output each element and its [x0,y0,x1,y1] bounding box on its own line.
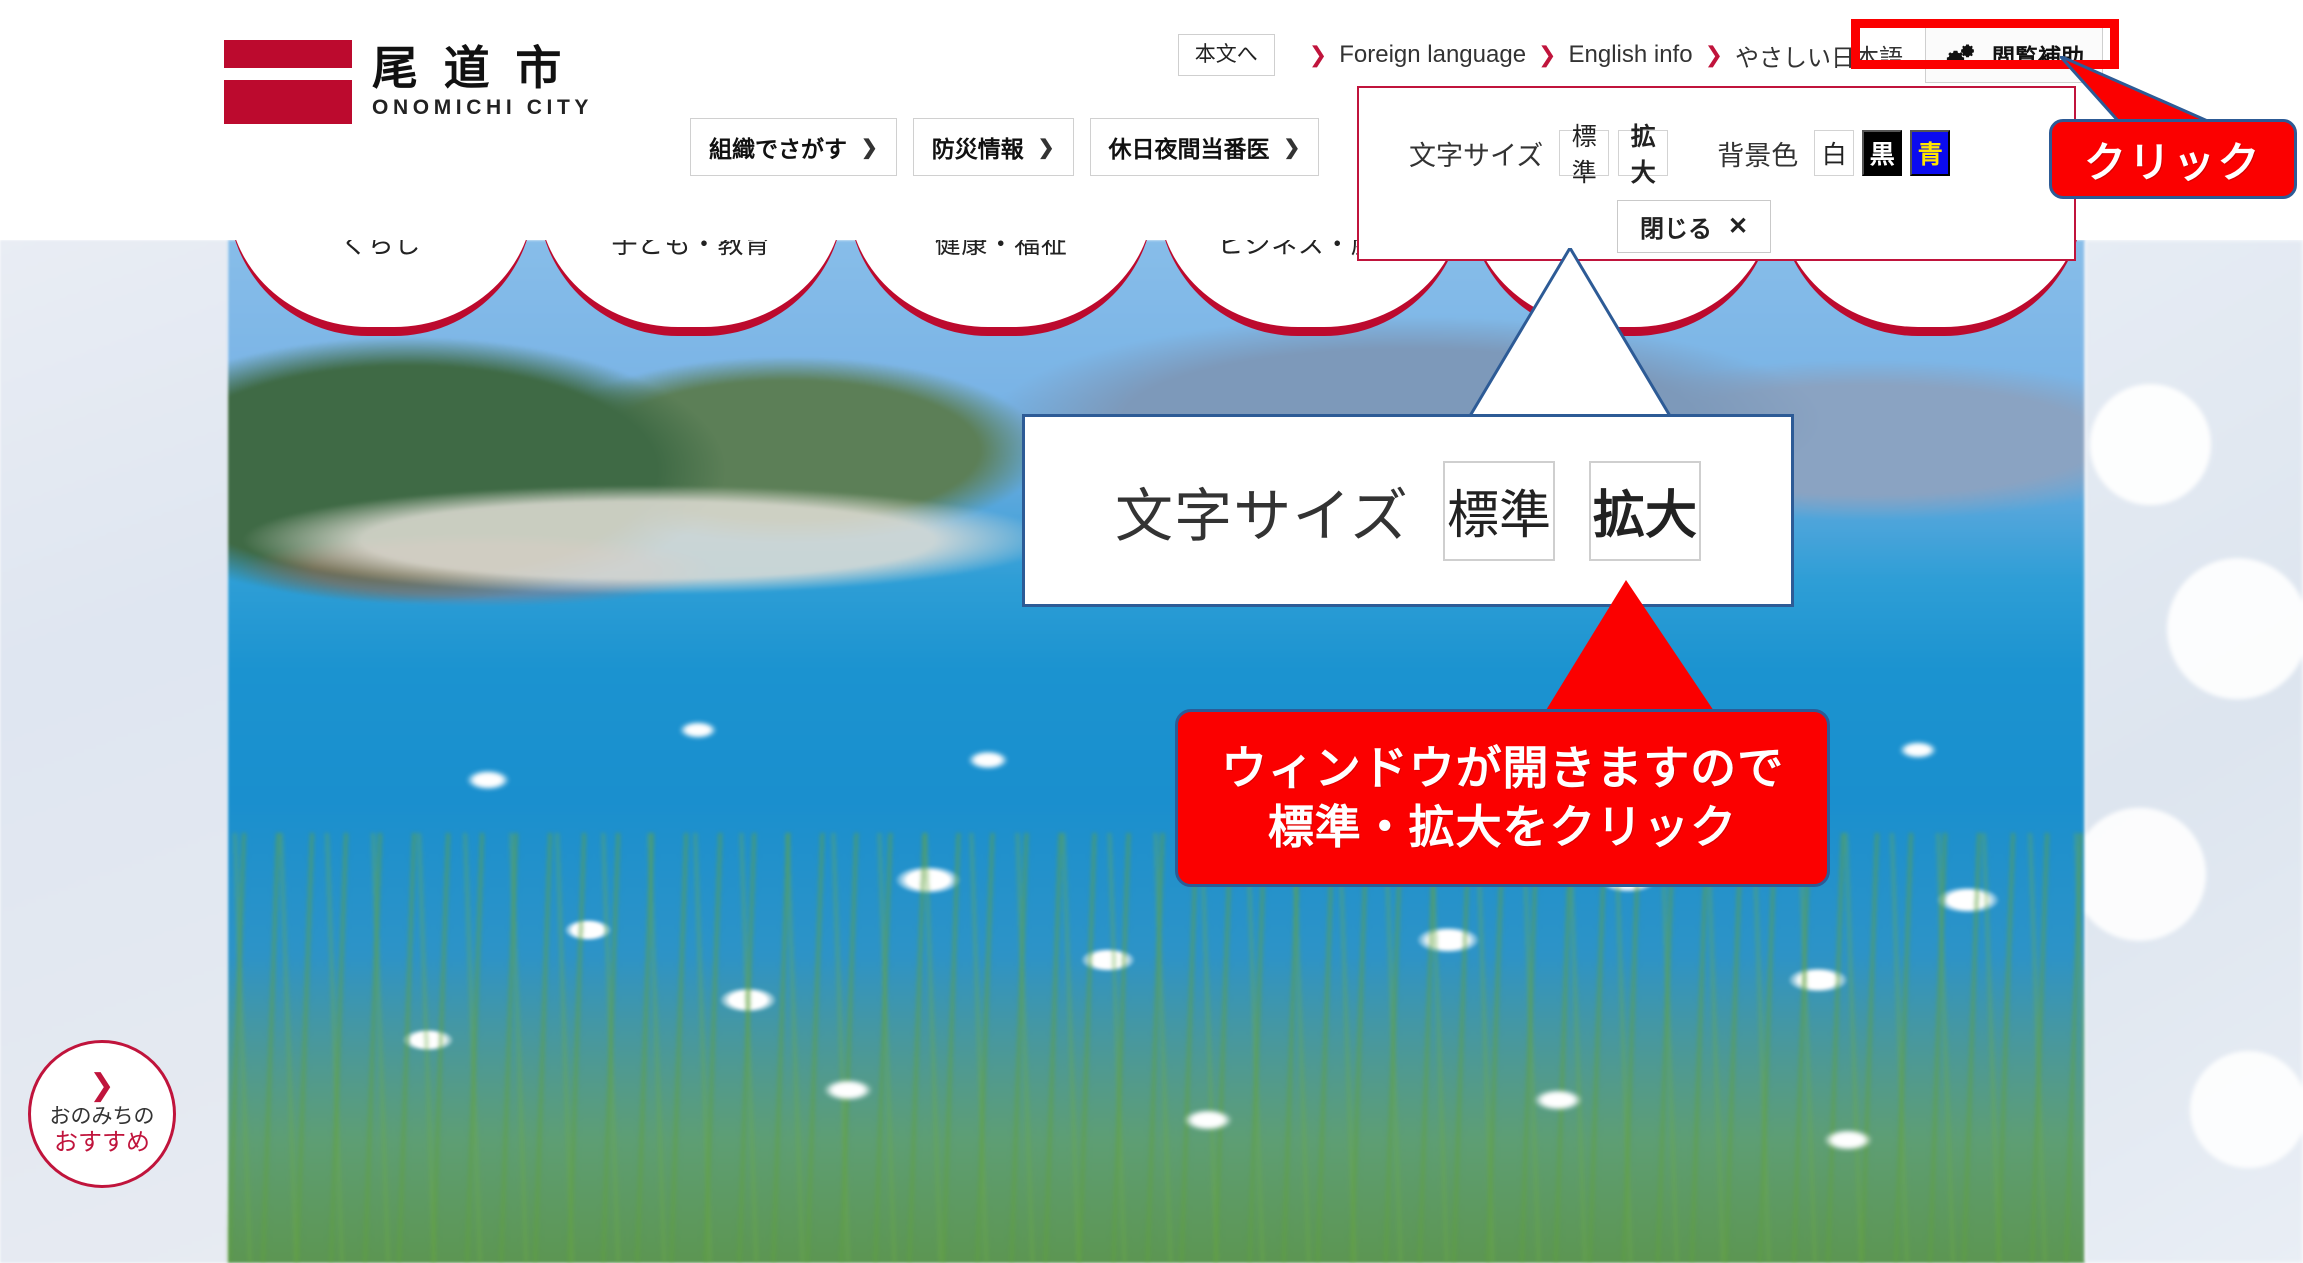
logo-wordmark: 尾 道 市 ONOMICHI CITY [372,44,593,120]
background-blue-button[interactable]: 青 [1910,130,1951,176]
onomichi-recommend-badge[interactable]: ❯ おのみちの おすすめ [28,1040,176,1188]
magnified-font-size-large-button[interactable]: 拡大 [1589,460,1702,561]
click-callout: クリック [2049,119,2297,199]
accessibility-button-label: 閲覧補助 [1992,44,2084,70]
logo-bar-bottom [224,80,352,124]
magnifier-connector-up [1461,248,1679,428]
lang-link-label: やさしい日本語 [1735,44,1903,72]
recommend-badge-line1: おのみちの [49,1105,155,1129]
chevron-right-icon: ❯ [1283,136,1301,159]
magnified-font-size-callout: 文字サイズ 標準 拡大 [1022,414,1794,607]
logo-bar-top [224,40,352,68]
onomichi-logo-mark [224,40,352,124]
magnified-font-size-normal-button[interactable]: 標準 [1443,460,1556,561]
lang-link-english-info[interactable]: ❯ English info [1526,41,1693,69]
skip-to-content-link[interactable]: 本文へ [1177,34,1275,76]
header-sub-nav: 組織でさがす ❯ 防災情報 ❯ 休日夜間当番医 ❯ [690,118,1320,176]
click-callout-label: クリック [2083,138,2263,186]
close-button-label: 閉じる [1640,216,1712,243]
double-gear-icon [1944,41,1978,69]
subnav-label: 組織でさがす [709,136,847,162]
logo-text-en: ONOMICHI CITY [372,96,594,120]
chevron-right-icon: ❯ [1308,42,1328,67]
chevron-right-icon: ❯ [1704,42,1723,67]
background-white-button[interactable]: 白 [1814,130,1855,176]
magnified-font-size-label: 文字サイズ [1114,483,1410,549]
hero-right-margin-image [2085,240,2303,1263]
site-logo[interactable]: 尾 道 市 ONOMICHI CITY [224,40,593,124]
close-panel-button[interactable]: 閉じる ✕ [1617,200,1772,253]
lang-link-label: English info [1568,41,1693,68]
subnav-button-holiday-night-doctor[interactable]: 休日夜間当番医 ❯ [1089,118,1320,176]
header-utility-nav: 本文へ ❯ Foreign language ❯ English info ❯ … [1177,27,2103,83]
accessibility-panel: 文字サイズ 標準 拡大 背景色 白 黒 青 閉じる ✕ [1357,86,2076,261]
chevron-right-icon: ❯ [861,136,878,159]
font-size-normal-button[interactable]: 標準 [1559,123,1610,187]
instruction-callout: ウィンドウが開きますので 標準・拡大をクリック [1175,709,1830,887]
subnav-button-organization-search[interactable]: 組織でさがす ❯ [690,118,897,176]
lang-link-yasashii-nihongo[interactable]: ❯ やさしい日本語 [1693,38,1903,73]
page-root: くらし 子ども・教育 健康・福祉 ビジネス・産業 尾 道 市 ONOMICHI … [0,0,2303,1263]
lang-link-label: Foreign language [1339,41,1527,68]
recommend-badge-line2: おすすめ [54,1129,150,1157]
background-black-button[interactable]: 黒 [1862,130,1903,176]
instruction-line-1: ウィンドウが開きますので [1220,742,1785,795]
font-size-large-button[interactable]: 拡大 [1618,123,1669,187]
chevron-right-icon: ❯ [1037,136,1055,159]
close-icon: ✕ [1728,213,1749,240]
hero-banner [0,240,2303,1263]
font-size-label: 文字サイズ [1409,140,1544,171]
accessibility-panel-controls: 文字サイズ 標準 拡大 背景色 白 黒 青 [1359,123,2074,187]
subnav-button-disaster-info[interactable]: 防災情報 ❯ [912,118,1074,176]
subnav-label: 休日夜間当番医 [1108,136,1270,162]
lang-link-foreign-language[interactable]: ❯ Foreign language [1297,41,1526,69]
subnav-label: 防災情報 [931,136,1024,162]
accessibility-toggle-button[interactable]: 閲覧補助 [1925,27,2103,83]
chevron-right-icon: ❯ [89,1069,115,1103]
logo-text-jp: 尾 道 市 [372,41,568,94]
background-color-label: 背景色 [1717,140,1799,171]
chevron-right-icon: ❯ [1538,42,1557,67]
instruction-line-2: 標準・拡大をクリック [1267,801,1738,853]
